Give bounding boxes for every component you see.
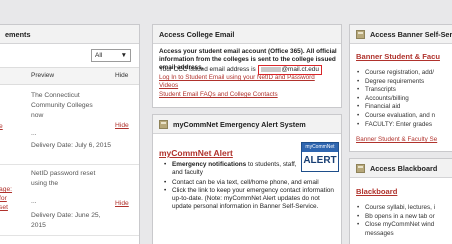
row1-hide-link[interactable]: Hide <box>115 122 129 129</box>
row2-preview-line: using the <box>31 180 59 187</box>
emergency-alert-title: myCommNet Emergency Alert System <box>173 119 306 129</box>
row2-subject-link[interactable]: age: <box>0 185 12 194</box>
list-item: Course registration, add/ <box>356 69 435 78</box>
row1-delivery-date: Delivery Date: July 6, 2015 <box>31 142 111 149</box>
alert-bullet-bold: Emergency notifications <box>172 161 247 168</box>
col-preview: Preview <box>31 72 55 79</box>
list-item: Emergency notifications to students, sta… <box>163 161 303 177</box>
banner-title: Access Banner Self-Serv <box>370 29 452 39</box>
list-item: Click the link to keep your emergency co… <box>163 187 341 211</box>
email-address-label: Your CCC issued email address is <box>159 66 256 73</box>
blackboard-panel: Access Blackboard Blackboard Course syll… <box>349 158 452 244</box>
row-divider <box>0 235 139 236</box>
logo-bottom-text: ALERT <box>303 155 337 166</box>
panel-icon <box>356 29 365 39</box>
college-email-panel: Access College Email Access your student… <box>152 24 342 108</box>
mycommnet-alert-logo: myCommNet ALERT <box>301 142 339 172</box>
list-item: Course syllabi, lectures, i <box>356 204 435 213</box>
list-item: FACULTY: Enter grades <box>356 121 435 130</box>
panel-icon <box>356 163 365 173</box>
row1-preview-line: ... <box>31 130 37 137</box>
blackboard-feature-list: Course syllabi, lectures, i Bb opens in … <box>356 204 435 238</box>
row-divider <box>0 164 139 165</box>
row2-preview-line: NetID password reset <box>31 170 96 177</box>
row2-subject-link[interactable]: for <box>0 194 7 203</box>
email-links: Student Email FAQs and College Contacts <box>159 91 278 99</box>
row2-delivery-date: Delivery Date: June 25, 2015 <box>31 212 101 229</box>
blackboard-link[interactable]: Blackboard <box>356 187 397 196</box>
chevron-down-icon: ▼ <box>120 52 127 59</box>
logo-top-text: myCommNet <box>302 143 338 152</box>
list-item: Contact can be via text, cell/home phone… <box>163 179 341 187</box>
college-email-title: Access College Email <box>153 25 341 44</box>
email-links: Log In to Student Email using your NetID… <box>159 74 315 82</box>
list-item: Transcripts <box>356 86 435 95</box>
filter-select-value: All <box>95 52 103 59</box>
banner-student-faculty-link[interactable]: Banner Student & Facu <box>356 52 440 61</box>
list-item: Bb opens in a new tab or <box>356 213 435 222</box>
email-domain: @mail.ct.edu <box>281 66 319 73</box>
blackboard-header: Access Blackboard <box>350 159 452 178</box>
row1-preview-line: Community Colleges <box>31 102 93 109</box>
filter-select[interactable]: All ▼ <box>91 49 131 62</box>
login-email-link[interactable]: Log In to Student Email using your NetID… <box>159 74 315 81</box>
row1-preview-line: The Connecticut <box>31 92 80 99</box>
blackboard-title: Access Blackboard <box>370 163 438 173</box>
list-item: Course evaluation, and n <box>356 112 435 121</box>
videos-link[interactable]: Videos <box>159 82 178 89</box>
announcements-panel: ements All ▼ Preview Hide The Connecticu… <box>0 24 140 244</box>
alert-bullet-list: Emergency notifications to students, sta… <box>163 161 303 177</box>
panel-icon <box>159 119 168 129</box>
list-item: Accounts/billing <box>356 95 435 104</box>
list-item: Degree requirements <box>356 78 435 87</box>
row2-hide-link[interactable]: Hide <box>115 200 129 207</box>
email-links: Videos <box>159 82 178 90</box>
row1-subject-link[interactable]: e <box>0 122 3 131</box>
banner-header: Access Banner Self-Serv <box>350 25 452 44</box>
redacted-username <box>260 66 281 72</box>
emergency-alert-header: myCommNet Emergency Alert System <box>153 115 341 134</box>
mycommnet-alert-link[interactable]: myCommNet Alert <box>159 148 233 158</box>
announcements-title: ements <box>0 25 139 44</box>
list-item: Financial aid <box>356 103 435 112</box>
table-header: Preview Hide <box>0 67 139 85</box>
banner-self-service-panel: Access Banner Self-Serv Banner Student &… <box>349 24 452 152</box>
col-hide: Hide <box>115 72 129 79</box>
row2-preview-line: ... <box>31 198 37 205</box>
email-faq-link[interactable]: Student Email FAQs and College Contacts <box>159 91 278 98</box>
row1-preview-line: now <box>31 112 44 119</box>
banner-bottom-link[interactable]: Banner Student & Faculty Se <box>356 136 437 143</box>
alert-bullet-list: Contact can be via text, cell/home phone… <box>163 179 341 211</box>
emergency-alert-panel: myCommNet Emergency Alert System myCommN… <box>152 114 342 244</box>
list-item: messages <box>365 229 394 237</box>
banner-feature-list: Course registration, add/ Degree require… <box>356 69 435 129</box>
list-item: Close myCommNet wind <box>356 221 435 230</box>
row2-subject-link[interactable]: set <box>0 203 8 212</box>
